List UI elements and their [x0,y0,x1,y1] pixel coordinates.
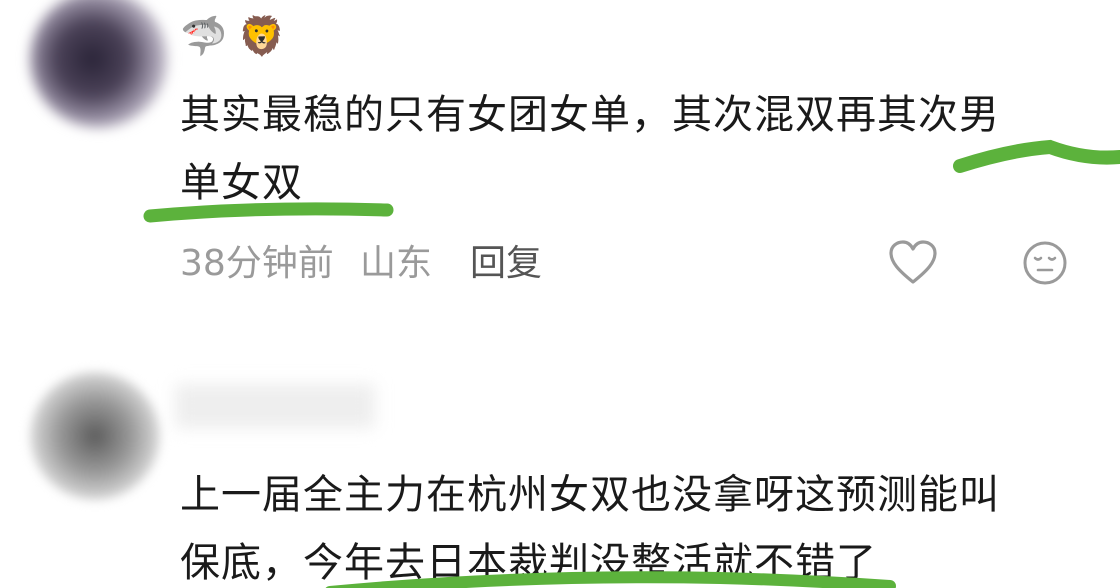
dislike-face-icon[interactable] [1022,240,1068,286]
avatar[interactable] [30,0,168,128]
comment-text-line: 保底，今年去日本裁判没整活就不错了 [180,540,877,586]
lion-emoji-icon: 🦁 [238,14,286,58]
comment-text-line: 上一届全主力在杭州女双也没拿呀这预测能叫 [180,472,1000,518]
highlight-stroke [143,202,394,223]
comment-text-line: 单女双 [180,160,303,206]
comment-timestamp: 38分钟前 [180,243,334,284]
comment-location: 山东 [360,243,433,284]
comment-text-line: 其实最稳的只有女团女单，其次混双再其次男 [180,92,1000,138]
shark-emoji-icon: 🦈 [180,14,228,58]
like-heart-icon[interactable] [888,240,938,286]
username-blurred[interactable] [175,384,375,428]
avatar[interactable] [30,372,160,500]
highlight-stroke [953,139,1120,173]
reply-button[interactable]: 回复 [470,242,542,286]
